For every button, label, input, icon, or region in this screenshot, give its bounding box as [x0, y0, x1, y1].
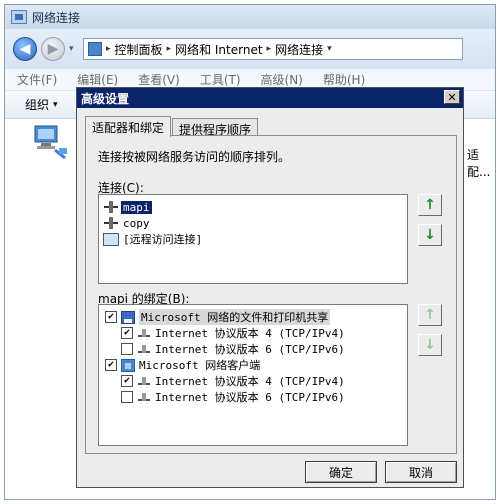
tab-adapters-bindings[interactable]: 适配器和绑定	[85, 116, 172, 137]
network-client-icon	[121, 358, 135, 372]
window-title: 网络连接	[32, 10, 81, 25]
binding-label: Microsoft 网络客户端	[139, 359, 261, 372]
tab-panel-adapters-bindings: 连接按被网络服务访问的顺序排列。 连接(C): mapi copy [远程访问连…	[85, 135, 457, 454]
binding-row[interactable]: ✔ Microsoft 网络客户端	[105, 357, 260, 373]
list-item[interactable]: copy	[103, 215, 152, 231]
chevron-right-icon[interactable]: ▸	[106, 44, 111, 54]
menu-advanced[interactable]: 高级(N)	[261, 71, 303, 88]
network-connection-icon	[103, 217, 119, 229]
binding-label: Internet 协议版本 6 (TCP/IPv6)	[155, 391, 345, 404]
binding-row[interactable]: Internet 协议版本 6 (TCP/IPv6)	[121, 389, 345, 405]
protocol-icon	[137, 375, 151, 387]
connection-label: mapi	[120, 199, 153, 215]
protocol-icon	[137, 343, 151, 355]
binding-row[interactable]: ✔ Internet 协议版本 4 (TCP/IPv4)	[121, 325, 345, 341]
move-up-connection-button[interactable]: ↑	[418, 194, 442, 216]
binding-checkbox[interactable]	[121, 343, 133, 355]
arrow-up-icon: ↑	[424, 197, 436, 213]
menu-edit[interactable]: 编辑(E)	[77, 71, 118, 88]
arrow-down-icon: ↓	[424, 337, 436, 353]
move-up-binding-button[interactable]: ↑	[418, 304, 442, 326]
arrow-up-icon: ↑	[424, 307, 436, 323]
network-connection-icon	[103, 201, 119, 213]
forward-arrow-icon[interactable]: ▶	[41, 37, 65, 61]
control-panel-icon	[88, 42, 102, 56]
binding-checkbox[interactable]: ✔	[121, 375, 133, 387]
binding-row[interactable]: ✔ Internet 协议版本 4 (TCP/IPv4)	[121, 373, 345, 389]
binding-label: Microsoft 网络的文件和打印机共享	[139, 309, 331, 325]
protocol-icon	[137, 391, 151, 403]
menu-tools[interactable]: 工具(T)	[200, 71, 241, 88]
binding-checkbox[interactable]	[121, 391, 133, 403]
address-bar[interactable]: ▸ 控制面板 ▸ 网络和 Internet ▸ 网络连接 ▾	[83, 38, 463, 60]
close-icon[interactable]: ✕	[444, 90, 460, 104]
breadcrumb-network-internet[interactable]: 网络和 Internet	[175, 41, 262, 58]
binding-checkbox[interactable]: ✔	[105, 311, 117, 323]
address-row: ◀ ▶ ▾ ▸ 控制面板 ▸ 网络和 Internet ▸ 网络连接 ▾	[5, 29, 495, 69]
protocol-icon	[137, 327, 151, 339]
binding-row[interactable]: Internet 协议版本 6 (TCP/IPv6)	[121, 341, 345, 357]
organize-button[interactable]: 组织	[25, 96, 49, 113]
chevron-down-icon[interactable]: ▾	[53, 100, 58, 110]
description-text: 连接按被网络服务访问的顺序排列。	[98, 150, 291, 164]
dialog-tabs: 适配器和绑定 提供程序顺序	[85, 116, 259, 137]
connections-list[interactable]: mapi copy [远程访问连接]	[98, 194, 408, 284]
bindings-list[interactable]: ✔ Microsoft 网络的文件和打印机共享 ✔ Internet 协议版本 …	[98, 304, 408, 446]
chevron-right-icon[interactable]: ▸	[167, 44, 172, 54]
menu-help[interactable]: 帮助(H)	[323, 71, 365, 88]
binding-checkbox[interactable]: ✔	[105, 359, 117, 371]
menu-file[interactable]: 文件(F)	[17, 71, 57, 88]
connection-label: copy	[123, 216, 150, 230]
remote-access-icon	[103, 232, 119, 246]
binding-label: Internet 协议版本 6 (TCP/IPv6)	[155, 343, 345, 356]
move-down-connection-button[interactable]: ↓	[418, 224, 442, 246]
binding-checkbox[interactable]: ✔	[121, 327, 133, 339]
connection-label: [远程访问连接]	[123, 233, 203, 246]
advanced-settings-dialog: 高级设置 ✕ 适配器和绑定 提供程序顺序 连接按被网络服务访问的顺序排列。 连接…	[76, 87, 464, 488]
back-arrow-icon[interactable]: ◀	[13, 37, 37, 61]
tab-provider-order[interactable]: 提供程序顺序	[172, 118, 259, 137]
breadcrumb-network-connections[interactable]: 网络连接	[275, 41, 323, 58]
ok-button[interactable]: 确定	[305, 461, 377, 483]
list-item[interactable]: [远程访问连接]	[103, 231, 204, 247]
binding-label: Internet 协议版本 4 (TCP/IPv4)	[155, 327, 345, 340]
network-connections-icon	[11, 10, 27, 24]
file-print-share-icon	[121, 310, 135, 324]
network-adapter-icon[interactable]	[29, 122, 69, 162]
move-down-binding-button[interactable]: ↓	[418, 334, 442, 356]
binding-label: Internet 协议版本 4 (TCP/IPv4)	[155, 375, 345, 388]
list-item[interactable]: mapi	[103, 199, 153, 215]
adapter-description-partial: 适配...	[467, 148, 491, 179]
cancel-button[interactable]: 取消	[385, 461, 457, 483]
breadcrumb-control-panel[interactable]: 控制面板	[115, 41, 163, 58]
dialog-titlebar: 高级设置 ✕	[77, 88, 463, 108]
binding-row[interactable]: ✔ Microsoft 网络的文件和打印机共享	[105, 309, 331, 325]
dialog-title: 高级设置	[81, 91, 130, 106]
chevron-down-icon[interactable]: ▾	[327, 44, 332, 54]
chevron-right-icon[interactable]: ▸	[267, 44, 272, 54]
history-dropdown-icon[interactable]: ▾	[69, 44, 79, 54]
menu-view[interactable]: 查看(V)	[138, 71, 180, 88]
arrow-down-icon: ↓	[424, 227, 436, 243]
window-titlebar: 网络连接	[5, 5, 495, 29]
